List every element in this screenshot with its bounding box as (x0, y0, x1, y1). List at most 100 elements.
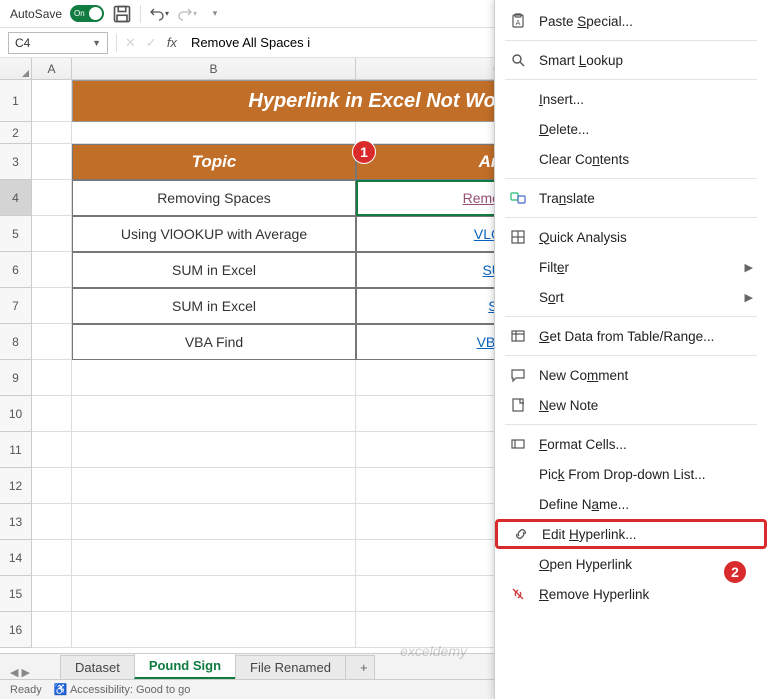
cell[interactable] (32, 504, 72, 540)
cell[interactable] (72, 612, 356, 648)
cell[interactable] (72, 396, 356, 432)
cell[interactable] (72, 360, 356, 396)
col-header-b[interactable]: B (72, 58, 356, 79)
menu-filter[interactable]: Filter ▶ (495, 252, 767, 282)
row-header[interactable]: 4 (0, 180, 32, 216)
cell[interactable] (32, 324, 72, 360)
sheet-tab-file-renamed[interactable]: File Renamed (235, 655, 346, 679)
row-header[interactable]: 1 (0, 80, 32, 122)
col-header-a[interactable]: A (32, 58, 72, 79)
qat-dropdown-icon[interactable]: ▾ (205, 4, 225, 24)
menu-insert[interactable]: Insert... (495, 84, 767, 114)
cell[interactable] (32, 144, 72, 180)
note-icon (509, 396, 527, 414)
name-box[interactable]: C4 ▼ (8, 32, 108, 54)
select-all-corner[interactable] (0, 58, 32, 79)
menu-delete[interactable]: Delete... (495, 114, 767, 144)
menu-sort[interactable]: Sort ▶ (495, 282, 767, 312)
menu-separator (505, 424, 757, 425)
cancel-icon[interactable]: ✕ (125, 35, 136, 51)
cell[interactable] (72, 468, 356, 504)
row-header[interactable]: 11 (0, 432, 32, 468)
menu-define-name[interactable]: Define Name... (495, 489, 767, 519)
menu-clear-contents[interactable]: Clear Contents (495, 144, 767, 174)
menu-label: Clear Contents (539, 152, 629, 167)
cell[interactable] (32, 396, 72, 432)
row-header[interactable]: 16 (0, 612, 32, 648)
table-header-topic[interactable]: Topic (72, 144, 356, 180)
cell[interactable] (72, 432, 356, 468)
callout-2: 2 (723, 560, 747, 584)
menu-get-data[interactable]: Get Data from Table/Range... (495, 321, 767, 351)
menu-pick-list[interactable]: Pick From Drop-down List... (495, 459, 767, 489)
row-header[interactable]: 15 (0, 576, 32, 612)
menu-format-cells[interactable]: Format Cells... (495, 429, 767, 459)
cell[interactable] (32, 612, 72, 648)
menu-remove-hyperlink[interactable]: Remove Hyperlink (495, 579, 767, 609)
cell[interactable] (32, 288, 72, 324)
row-header[interactable]: 13 (0, 504, 32, 540)
add-sheet-button[interactable]: + (345, 655, 375, 679)
menu-label: Quick Analysis (539, 230, 627, 245)
cell[interactable] (32, 180, 72, 216)
table-cell[interactable]: Removing Spaces (72, 180, 356, 216)
row-header[interactable]: 2 (0, 122, 32, 144)
autosave-label: AutoSave (10, 7, 62, 21)
menu-label: New Comment (539, 368, 628, 383)
cell[interactable] (72, 122, 356, 144)
sheet-tab-pound-sign[interactable]: Pound Sign (134, 653, 236, 679)
redo-icon[interactable]: ▾ (177, 4, 197, 24)
menu-label: New Note (539, 398, 598, 413)
translate-icon (509, 189, 527, 207)
row-header[interactable]: 9 (0, 360, 32, 396)
menu-label: Insert... (539, 92, 584, 107)
cell[interactable] (32, 122, 72, 144)
sheet-nav[interactable]: ◀ ▶ (10, 666, 30, 679)
menu-new-note[interactable]: New Note (495, 390, 767, 420)
cell[interactable] (72, 576, 356, 612)
menu-separator (505, 178, 757, 179)
menu-label: Paste Special... (539, 14, 633, 29)
menu-separator (505, 355, 757, 356)
cell[interactable] (72, 540, 356, 576)
menu-edit-hyperlink[interactable]: Edit Hyperlink... (495, 519, 767, 549)
menu-new-comment[interactable]: New Comment (495, 360, 767, 390)
row-header[interactable]: 6 (0, 252, 32, 288)
row-header[interactable]: 5 (0, 216, 32, 252)
row-header[interactable]: 14 (0, 540, 32, 576)
context-menu: A Paste Special... Smart Lookup Insert..… (494, 0, 767, 699)
save-icon[interactable] (112, 4, 132, 24)
table-cell[interactable]: SUM in Excel (72, 252, 356, 288)
row-header[interactable]: 10 (0, 396, 32, 432)
autosave-toggle[interactable]: On (70, 5, 104, 22)
cell[interactable] (32, 216, 72, 252)
table-cell[interactable]: VBA Find (72, 324, 356, 360)
row-header[interactable]: 3 (0, 144, 32, 180)
cell[interactable] (32, 576, 72, 612)
row-header[interactable]: 7 (0, 288, 32, 324)
fx-icon[interactable]: fx (167, 35, 177, 50)
row-headers: 1 2 3 4 5 6 7 8 9 10 11 12 13 14 15 16 (0, 80, 32, 648)
menu-paste-special[interactable]: A Paste Special... (495, 6, 767, 36)
cell[interactable] (32, 252, 72, 288)
cell[interactable] (32, 540, 72, 576)
menu-smart-lookup[interactable]: Smart Lookup (495, 45, 767, 75)
cell[interactable] (32, 360, 72, 396)
cell[interactable] (32, 432, 72, 468)
cell[interactable] (32, 468, 72, 504)
table-cell[interactable]: Using VlOOKUP with Average (72, 216, 356, 252)
cell[interactable] (32, 80, 72, 122)
menu-quick-analysis[interactable]: Quick Analysis (495, 222, 767, 252)
row-header[interactable]: 8 (0, 324, 32, 360)
clipboard-icon: A (509, 12, 527, 30)
table-cell[interactable]: SUM in Excel (72, 288, 356, 324)
cell[interactable] (72, 504, 356, 540)
chevron-down-icon[interactable]: ▼ (92, 38, 101, 48)
menu-label: Pick From Drop-down List... (539, 467, 706, 482)
enter-icon[interactable]: ✓ (146, 35, 157, 51)
sheet-tab-dataset[interactable]: Dataset (60, 655, 135, 679)
menu-translate[interactable]: Translate (495, 183, 767, 213)
row-header[interactable]: 12 (0, 468, 32, 504)
menu-separator (505, 79, 757, 80)
undo-icon[interactable]: ▾ (149, 4, 169, 24)
